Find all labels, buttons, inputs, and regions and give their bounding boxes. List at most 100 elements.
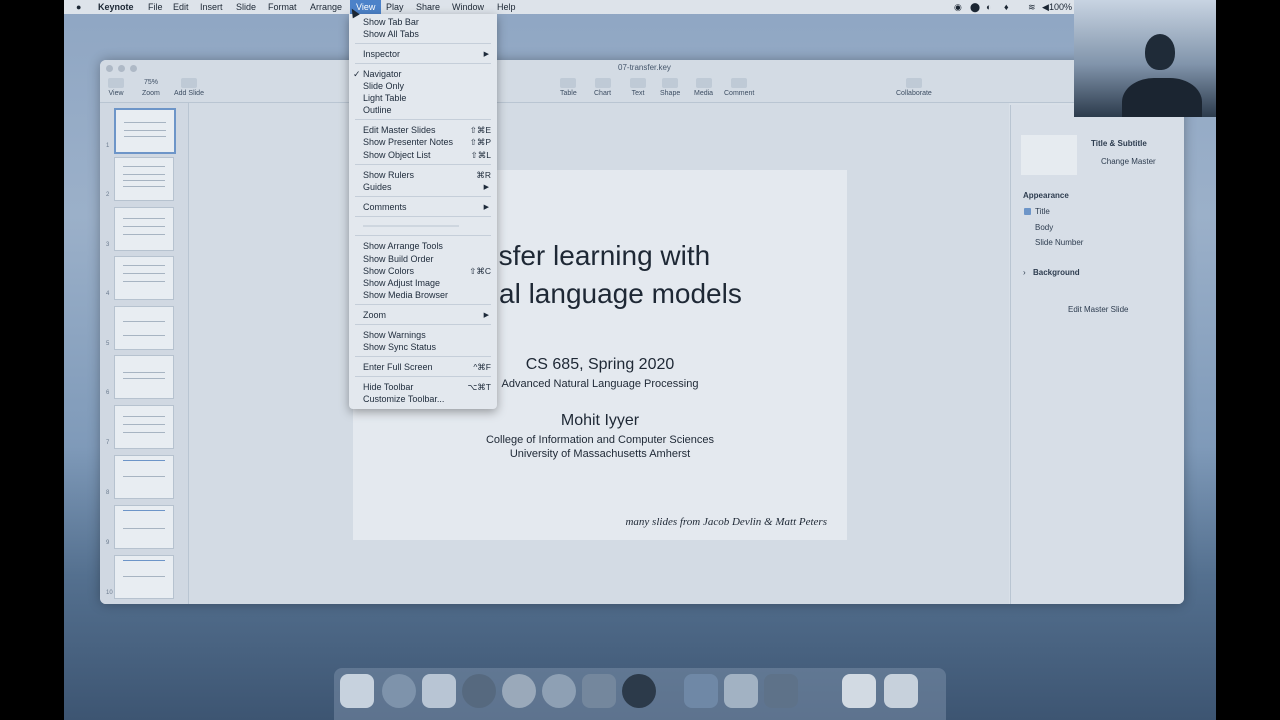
slide-thumbnail[interactable] bbox=[114, 355, 174, 399]
menu-arrange[interactable]: Arrange bbox=[310, 2, 342, 12]
menu-slide[interactable]: Slide bbox=[236, 2, 256, 12]
master-preview[interactable] bbox=[1021, 135, 1077, 175]
menu-item-edit-master-slides[interactable]: Edit Master Slides bbox=[363, 125, 436, 135]
slide-title-line-1[interactable]: nsfer learning with bbox=[483, 237, 883, 275]
menu-play[interactable]: Play bbox=[386, 2, 404, 12]
menu-file[interactable]: File bbox=[148, 2, 163, 12]
slide-number-option[interactable]: Slide Number bbox=[1035, 238, 1083, 247]
menu-separator bbox=[355, 324, 491, 325]
menu-item-slide-only[interactable]: Slide Only bbox=[363, 81, 404, 91]
menu-item-show-arrange-tools[interactable]: Show Arrange Tools bbox=[363, 241, 443, 251]
slide-thumbnail[interactable] bbox=[114, 157, 174, 201]
volume-icon[interactable]: ◀ bbox=[1042, 2, 1049, 13]
menu-item-show-presenter-notes[interactable]: Show Presenter Notes bbox=[363, 137, 453, 147]
background-section[interactable]: Background bbox=[1033, 268, 1080, 277]
slide-affiliation-2[interactable]: University of Massachusetts Amherst bbox=[353, 448, 847, 460]
menu-edit[interactable]: Edit bbox=[173, 2, 189, 12]
zoom-icon[interactable] bbox=[684, 674, 718, 708]
menu-help[interactable]: Help bbox=[497, 2, 516, 12]
status-icon[interactable]: ◐ bbox=[986, 2, 991, 12]
slide-author[interactable]: Mohit Iyyer bbox=[353, 412, 847, 430]
slide-thumbnail[interactable] bbox=[114, 405, 174, 449]
slide-thumbnail[interactable] bbox=[114, 108, 176, 154]
minimize-button[interactable] bbox=[118, 65, 125, 72]
battery-percent[interactable]: 100% bbox=[1049, 2, 1072, 12]
slide-thumbnail[interactable] bbox=[114, 455, 174, 499]
menu-format[interactable]: Format bbox=[268, 2, 297, 12]
menu-item-zoom[interactable]: Zoom bbox=[363, 310, 386, 320]
menu-separator bbox=[355, 216, 491, 217]
system-preferences-icon[interactable] bbox=[462, 674, 496, 708]
menu-item-show-all-tabs[interactable]: Show All Tabs bbox=[363, 29, 419, 39]
photos-icon[interactable] bbox=[764, 674, 798, 708]
shortcut: ⇧⌘C bbox=[469, 266, 491, 276]
slack-icon[interactable] bbox=[542, 674, 576, 708]
slide-number: 7 bbox=[106, 440, 110, 446]
status-icon[interactable]: ◉ bbox=[954, 2, 962, 13]
menu-item-show-warnings[interactable]: Show Warnings bbox=[363, 330, 426, 340]
apple-icon[interactable]: ● bbox=[76, 2, 81, 12]
toolbar-comment[interactable]: Comment bbox=[724, 78, 754, 97]
finder-icon[interactable] bbox=[340, 674, 374, 708]
slide-thumbnail[interactable] bbox=[114, 306, 174, 350]
body-option[interactable]: Body bbox=[1035, 223, 1053, 232]
menu-item-inspector[interactable]: Inspector bbox=[363, 49, 400, 59]
menu-separator bbox=[355, 196, 491, 197]
menu-item-show-rulers[interactable]: Show Rulers bbox=[363, 170, 414, 180]
menu-item-hide-toolbar[interactable]: Hide Toolbar bbox=[363, 382, 413, 392]
collaborate-icon bbox=[905, 78, 922, 88]
toolbar-text[interactable]: Text bbox=[630, 78, 646, 97]
menu-item-show-adjust-image[interactable]: Show Adjust Image bbox=[363, 278, 440, 288]
keynote-icon[interactable] bbox=[422, 674, 456, 708]
menu-item-show-sync-status[interactable]: Show Sync Status bbox=[363, 342, 436, 352]
obs-icon[interactable] bbox=[622, 674, 656, 708]
downloads-folder-icon[interactable] bbox=[842, 674, 876, 708]
toolbar-chart[interactable]: Chart bbox=[594, 78, 611, 97]
slide-thumbnail[interactable] bbox=[114, 555, 174, 599]
menu-window[interactable]: Window bbox=[452, 2, 484, 12]
slide-credit-note[interactable]: many slides from Jacob Devlin & Matt Pet… bbox=[625, 516, 827, 528]
wifi-icon[interactable]: ≋ bbox=[1028, 2, 1036, 13]
menu-insert[interactable]: Insert bbox=[200, 2, 223, 12]
change-master-button[interactable]: Change Master bbox=[1101, 157, 1156, 166]
app-icon[interactable] bbox=[582, 674, 616, 708]
menu-item-enter-full-screen[interactable]: Enter Full Screen bbox=[363, 362, 433, 372]
menu-app-name[interactable]: Keynote bbox=[98, 2, 134, 12]
menu-item-guides[interactable]: Guides bbox=[363, 182, 392, 192]
chrome-icon[interactable] bbox=[502, 674, 536, 708]
menu-item-light-table[interactable]: Light Table bbox=[363, 93, 406, 103]
toolbar-zoom[interactable]: 75% Zoom bbox=[142, 78, 160, 97]
slide-thumbnail[interactable] bbox=[114, 207, 174, 251]
menu-item-comments[interactable]: Comments bbox=[363, 202, 407, 212]
toolbar-table[interactable]: Table bbox=[560, 78, 577, 97]
edit-master-slide-button[interactable]: Edit Master Slide bbox=[1068, 305, 1128, 314]
plus-icon bbox=[180, 78, 197, 88]
trash-icon[interactable] bbox=[884, 674, 918, 708]
disclosure-icon[interactable]: › bbox=[1023, 268, 1026, 277]
toolbar-add-slide[interactable]: Add Slide bbox=[174, 78, 204, 97]
toolbar-collaborate[interactable]: Collaborate bbox=[896, 78, 932, 97]
close-button[interactable] bbox=[106, 65, 113, 72]
status-icon[interactable]: ⬤ bbox=[970, 2, 980, 13]
status-icon[interactable]: ♦ bbox=[1004, 2, 1009, 12]
menu-item-show-tab-bar[interactable]: Show Tab Bar bbox=[363, 17, 419, 27]
menu-item-show-colors[interactable]: Show Colors bbox=[363, 266, 414, 276]
launchpad-icon[interactable] bbox=[382, 674, 416, 708]
slide-affiliation-1[interactable]: College of Information and Computer Scie… bbox=[353, 434, 847, 446]
toolbar-shape[interactable]: Shape bbox=[660, 78, 680, 97]
preview-icon[interactable] bbox=[724, 674, 758, 708]
slide-thumbnail[interactable] bbox=[114, 256, 174, 300]
menu-item-show-build-order[interactable]: Show Build Order bbox=[363, 254, 434, 264]
title-checkbox[interactable] bbox=[1024, 208, 1031, 215]
menu-item-customize-toolbar[interactable]: Customize Toolbar... bbox=[363, 394, 444, 404]
menu-item-outline[interactable]: Outline bbox=[363, 105, 392, 115]
toolbar-media[interactable]: Media bbox=[694, 78, 713, 97]
slide-title-line-2[interactable]: al language models bbox=[499, 275, 899, 313]
menu-item-show-media-browser[interactable]: Show Media Browser bbox=[363, 290, 448, 300]
toolbar-view[interactable]: View bbox=[108, 78, 124, 97]
menu-share[interactable]: Share bbox=[416, 2, 440, 12]
slide-thumbnail[interactable] bbox=[114, 505, 174, 549]
zoom-button[interactable] bbox=[130, 65, 137, 72]
menu-item-show-object-list[interactable]: Show Object List bbox=[363, 150, 431, 160]
menu-item-navigator[interactable]: Navigator bbox=[363, 69, 402, 79]
